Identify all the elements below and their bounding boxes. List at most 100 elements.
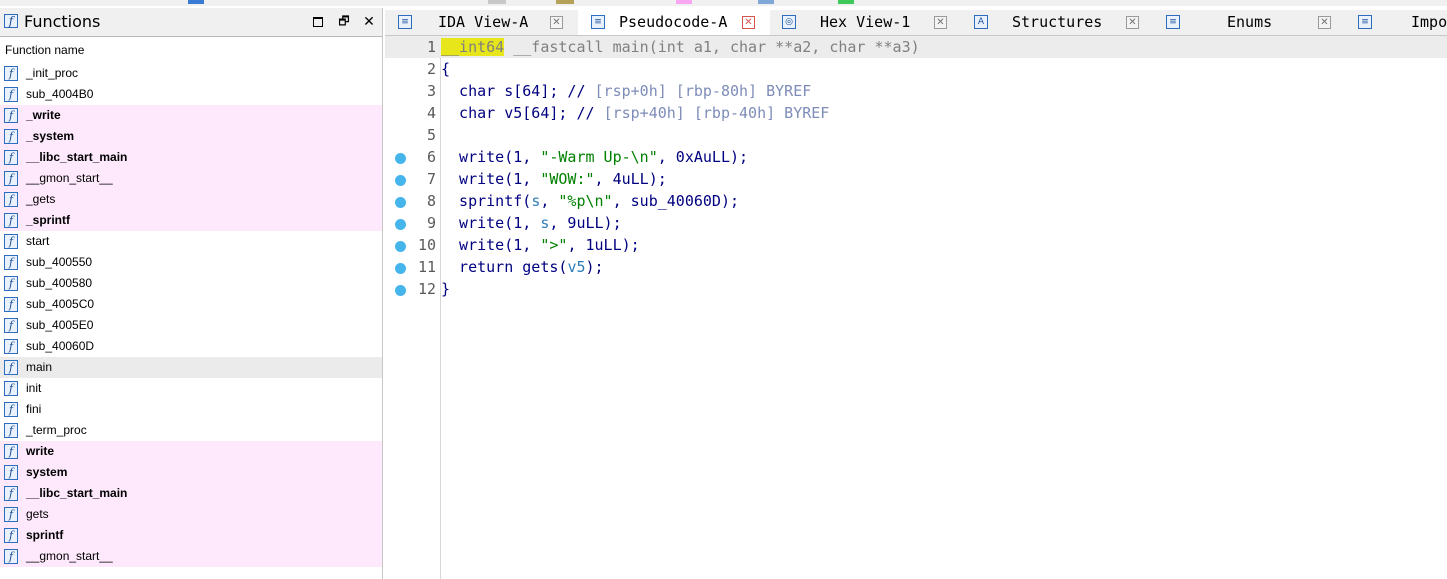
function-name: system	[26, 465, 68, 479]
function-list-item[interactable]: f write	[0, 441, 382, 462]
tab-close-icon[interactable]: ✕	[550, 16, 563, 29]
minimize-icon[interactable]	[310, 13, 326, 29]
line-number: 9	[426, 214, 436, 232]
tab-label: Pseudocode-A	[619, 13, 728, 31]
function-list-item[interactable]: f __gmon_start__	[0, 546, 382, 567]
line-number: 4	[426, 104, 436, 122]
function-icon: f	[4, 318, 18, 333]
function-list-item[interactable]: f sub_4004B0	[0, 84, 382, 105]
function-list-item[interactable]: f __libc_start_main	[0, 483, 382, 504]
function-list-item[interactable]: f sub_4005E0	[0, 315, 382, 336]
tab-label: Structures	[1012, 13, 1103, 31]
function-list-item[interactable]: f start	[0, 231, 382, 252]
function-icon: f	[4, 549, 18, 564]
code-line[interactable]: 1 __int64 __fastcall main(int a1, char **…	[385, 36, 1447, 58]
pseudocode-icon: ≡	[591, 15, 605, 29]
tab-close-icon[interactable]: ✕	[1126, 16, 1139, 29]
function-name: _gets	[26, 192, 56, 206]
code-token: write(1,	[441, 214, 541, 232]
code-line[interactable]: 6 write(1, "-Warm Up-\n", 0xAuLL);	[385, 146, 1447, 168]
float-window-icon[interactable]: 🗗	[336, 13, 352, 29]
code-token: "-Warm Up-\n"	[540, 148, 658, 166]
function-list-item[interactable]: f sub_40060D	[0, 336, 382, 357]
function-list-item[interactable]: f sub_400580	[0, 273, 382, 294]
function-list-item[interactable]: f _sprintf	[0, 210, 382, 231]
code-text: write(1, "WOW:", 4uLL);	[441, 168, 667, 190]
code-line[interactable]: 3 char s[64]; // [rsp+0h] [rbp-80h] BYRE…	[385, 80, 1447, 102]
function-list-item[interactable]: f init	[0, 378, 382, 399]
pseudocode-view[interactable]: 1 __int64 __fastcall main(int a1, char **…	[385, 36, 1447, 579]
tab-ida-view-a[interactable]: ≡ IDA View-A ✕	[385, 10, 578, 35]
tab-pseudocode-a[interactable]: ≡ Pseudocode-A ✕	[578, 10, 770, 35]
code-token: char v5[64]; //	[441, 104, 604, 122]
code-line[interactable]: 2{	[385, 58, 1447, 80]
code-text: }	[441, 278, 450, 300]
function-name: sub_40060D	[26, 339, 95, 353]
function-list-item[interactable]: f _init_proc	[0, 63, 382, 84]
function-icon: f	[4, 465, 18, 480]
function-list-item[interactable]: f main	[0, 357, 382, 378]
code-token: }	[441, 280, 451, 298]
line-number: 3	[426, 82, 436, 100]
hex-view-icon: ◎	[782, 15, 796, 29]
function-list-item[interactable]: f __gmon_start__	[0, 168, 382, 189]
code-text: return gets(v5);	[441, 256, 604, 278]
function-list-item[interactable]: f _write	[0, 105, 382, 126]
code-token: s	[531, 192, 541, 210]
tab-hex-view-1[interactable]: ◎ Hex View-1 ✕	[770, 10, 962, 35]
function-name: start	[26, 234, 50, 248]
function-list-item[interactable]: f sub_4005C0	[0, 294, 382, 315]
function-icon: f	[4, 255, 18, 270]
line-number: 7	[426, 170, 436, 188]
tab-close-icon[interactable]: ✕	[1318, 16, 1331, 29]
code-line[interactable]: 5	[385, 124, 1447, 146]
code-line[interactable]: 12}	[385, 278, 1447, 300]
function-name: sub_4005C0	[26, 297, 95, 311]
function-list-item[interactable]: f fini	[0, 399, 382, 420]
tab-impo[interactable]: ≡ Impo	[1346, 10, 1447, 35]
function-icon: f	[4, 297, 18, 312]
close-icon[interactable]: ✕	[361, 13, 377, 29]
function-name: _system	[26, 129, 75, 143]
code-token: [rsp+40h] [rbp-40h] BYREF	[603, 104, 830, 122]
function-list-item[interactable]: f sub_400550	[0, 252, 382, 273]
function-list-item[interactable]: f _system	[0, 126, 382, 147]
line-number: 12	[417, 280, 436, 298]
tab-close-icon[interactable]: ✕	[742, 16, 755, 29]
code-text: __int64 __fastcall main(int a1, char **a…	[441, 36, 920, 58]
code-line[interactable]: 11 return gets(v5);	[385, 256, 1447, 278]
tab-structures[interactable]: A Structures ✕	[962, 10, 1154, 35]
function-icon: f	[4, 339, 18, 354]
line-number: 1	[426, 38, 436, 56]
function-list-item[interactable]: f sprintf	[0, 525, 382, 546]
function-icon: f	[4, 486, 18, 501]
function-name: sprintf	[26, 528, 64, 542]
code-token: , sub_40060D);	[612, 192, 740, 210]
function-list-item[interactable]: f gets	[0, 504, 382, 525]
column-header-function-name[interactable]: Function name	[0, 38, 382, 62]
function-name: __libc_start_main	[26, 150, 128, 164]
function-list-item[interactable]: f _term_proc	[0, 420, 382, 441]
line-number: 11	[417, 258, 436, 276]
tab-close-icon[interactable]: ✕	[934, 16, 947, 29]
code-line[interactable]: 4 char v5[64]; // [rsp+40h] [rbp-40h] BY…	[385, 102, 1447, 124]
code-line[interactable]: 8 sprintf(s, "%p\n", sub_40060D);	[385, 190, 1447, 212]
function-icon: f	[4, 234, 18, 249]
function-list-item[interactable]: f __libc_start_main	[0, 147, 382, 168]
function-list-item[interactable]: f system	[0, 462, 382, 483]
function-icon: f	[4, 66, 18, 81]
function-icon: f	[4, 381, 18, 396]
function-icon: f	[4, 423, 18, 438]
code-line[interactable]: 10 write(1, ">", 1uLL);	[385, 234, 1447, 256]
function-icon: f	[4, 14, 18, 28]
code-token: "%p\n"	[558, 192, 613, 210]
code-line[interactable]: 9 write(1, s, 9uLL);	[385, 212, 1447, 234]
code-line[interactable]: 7 write(1, "WOW:", 4uLL);	[385, 168, 1447, 190]
function-icon: f	[4, 171, 18, 186]
functions-panel: f Functions 🗗 ✕ Function name f _init_pro…	[0, 8, 383, 579]
tab-enums[interactable]: ≡ Enums ✕	[1154, 10, 1346, 35]
code-token: char s[64]; //	[441, 82, 595, 100]
toolbar-legend-strip	[0, 0, 1447, 6]
function-list-item[interactable]: f _gets	[0, 189, 382, 210]
imports-icon: ≡	[1358, 15, 1372, 29]
